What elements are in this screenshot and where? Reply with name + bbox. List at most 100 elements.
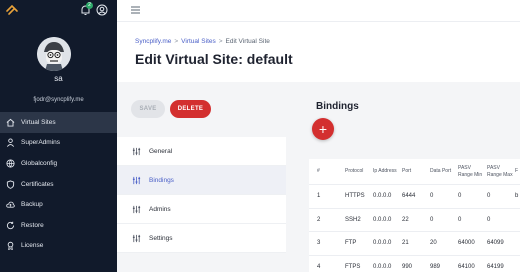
cell-pasv-max: 64099 [487, 240, 504, 247]
table-row[interactable]: 4 FTPS 0.0.0.0 990 989 64100 64199 [309, 256, 520, 272]
cell-pasv-max: 0 [487, 216, 491, 223]
tab-bindings[interactable]: Bindings [117, 166, 286, 195]
cell-ip-address: 0.0.0.0 [373, 193, 392, 200]
cell-data-port: 989 [430, 263, 441, 270]
bindings-panel: Bindings + # Protocol Ip Address Port Da… [286, 82, 520, 272]
tab-label: Settings [149, 234, 173, 242]
cell-protocol: SSH2 [345, 216, 361, 223]
breadcrumb-current: Edit Virtual Site [225, 38, 270, 45]
account-icon[interactable] [96, 4, 108, 16]
cell-port: 990 [402, 263, 413, 270]
sidebar-item-license[interactable]: License [0, 236, 117, 257]
sidebar-item-virtual-sites[interactable]: Virtual Sites [0, 112, 117, 133]
cell-ip-address: 0.0.0.0 [373, 240, 392, 247]
sidebar-topbar: 2 [0, 0, 117, 22]
user-avatar-icon [37, 37, 71, 71]
cell-pasv-min: 64000 [458, 240, 475, 247]
sliders-icon [132, 176, 141, 184]
user-name: sa [54, 74, 63, 83]
cell-data-port: 20 [430, 240, 437, 247]
sliders-icon [132, 234, 141, 242]
tab-label: Admins [149, 205, 171, 213]
sidebar-item-superadmins[interactable]: SuperAdmins [0, 133, 117, 154]
table-row[interactable]: 1 HTTPS 0.0.0.0 6444 0 0 0 b [309, 185, 520, 209]
column-header[interactable]: PASV Range Min [458, 159, 486, 184]
column-header[interactable]: Data Port [430, 159, 451, 184]
cell-protocol: FTP [345, 240, 357, 247]
cell-pasv-max: 0 [487, 193, 491, 200]
sidebar-item-label: Backup [21, 201, 43, 209]
editor-left-pane: SAVE DELETE General Bindings Admins Sett… [117, 82, 286, 272]
cell-ip-address: 0.0.0.0 [373, 216, 392, 223]
sidebar-item-label: Certificates [21, 180, 54, 188]
bindings-title: Bindings [316, 101, 359, 112]
delete-button[interactable]: DELETE [170, 100, 211, 118]
cell-pasv-min: 0 [458, 193, 462, 200]
app: 2 sa fjodr@syncplify.me Virtual Sites Su… [0, 0, 520, 272]
globe-icon [6, 159, 15, 168]
sliders-icon [132, 205, 141, 213]
sidebar-item-label: Virtual Sites [21, 118, 56, 126]
column-header[interactable]: PASV Range Max [487, 159, 515, 184]
tab-admins[interactable]: Admins [117, 195, 286, 224]
cell-pasv-min: 64100 [458, 263, 475, 270]
hamburger-menu-icon[interactable] [131, 6, 140, 14]
column-header[interactable]: # [317, 159, 320, 184]
column-header[interactable]: Protocol [345, 159, 363, 184]
syncplify-logo-icon[interactable] [5, 4, 19, 16]
refresh-icon [6, 221, 15, 229]
editor-tabs: General Bindings Admins Settings [117, 137, 286, 253]
table-row[interactable]: 3 FTP 0.0.0.0 21 20 64000 64099 [309, 232, 520, 256]
person-icon [6, 138, 15, 148]
user-email: fjodr@syncplify.me [33, 97, 84, 103]
sidebar-item-label: SuperAdmins [21, 139, 61, 147]
cell-extra: b [515, 193, 519, 200]
tab-general[interactable]: General [117, 137, 286, 166]
tab-settings[interactable]: Settings [117, 224, 286, 253]
breadcrumb-separator: > [174, 38, 179, 45]
sidebar-item-label: Globalconfig [21, 159, 58, 167]
breadcrumb-section-link[interactable]: Virtual Sites [181, 38, 216, 45]
sidebar-item-label: Restore [21, 221, 44, 229]
add-binding-button[interactable]: + [312, 118, 334, 140]
cell-port: 6444 [402, 193, 416, 200]
cell-index: 1 [317, 193, 321, 200]
cell-port: 22 [402, 216, 409, 223]
sidebar-item-backup[interactable]: Backup [0, 194, 117, 215]
page-header: Syncplify.me > Virtual Sites > Edit Virtual … [117, 22, 520, 82]
breadcrumb: Syncplify.me > Virtual Sites > Edit Virtual … [135, 38, 270, 45]
cell-index: 4 [317, 263, 321, 270]
cell-pasv-min: 0 [458, 216, 462, 223]
column-header[interactable]: F [515, 159, 518, 184]
table-header-row: # Protocol Ip Address Port Data Port PAS… [309, 159, 520, 185]
sidebar: 2 sa fjodr@syncplify.me Virtual Sites Su… [0, 0, 117, 272]
sidebar-item-restore[interactable]: Restore [0, 215, 117, 236]
tab-label: Bindings [149, 176, 174, 184]
table-row[interactable]: 2 SSH2 0.0.0.0 22 0 0 0 [309, 209, 520, 232]
cell-index: 3 [317, 240, 321, 247]
cell-pasv-max: 64199 [487, 263, 504, 270]
sidebar-nav: Virtual Sites SuperAdmins Globalconfig C… [0, 112, 117, 256]
home-icon [6, 118, 15, 127]
sidebar-item-label: License [21, 242, 44, 250]
column-header[interactable]: Port [402, 159, 411, 184]
shield-icon [6, 179, 15, 189]
cell-index: 2 [317, 216, 321, 223]
topbar [117, 0, 520, 22]
breadcrumb-root-link[interactable]: Syncplify.me [135, 38, 171, 45]
cell-port: 21 [402, 240, 409, 247]
bindings-table: # Protocol Ip Address Port Data Port PAS… [309, 159, 520, 272]
cloud-upload-icon [6, 201, 15, 208]
sidebar-item-certificates[interactable]: Certificates [0, 174, 117, 195]
cell-protocol: FTPS [345, 263, 361, 270]
notification-badge: 2 [86, 2, 93, 9]
avatar [37, 37, 71, 71]
cell-protocol: HTTPS [345, 193, 365, 200]
cell-data-port: 0 [430, 193, 434, 200]
tab-label: General [149, 147, 173, 155]
column-header[interactable]: Ip Address [373, 159, 397, 184]
license-icon [7, 242, 14, 251]
sliders-icon [132, 147, 141, 155]
save-button[interactable]: SAVE [131, 100, 165, 118]
sidebar-item-globalconfig[interactable]: Globalconfig [0, 153, 117, 174]
